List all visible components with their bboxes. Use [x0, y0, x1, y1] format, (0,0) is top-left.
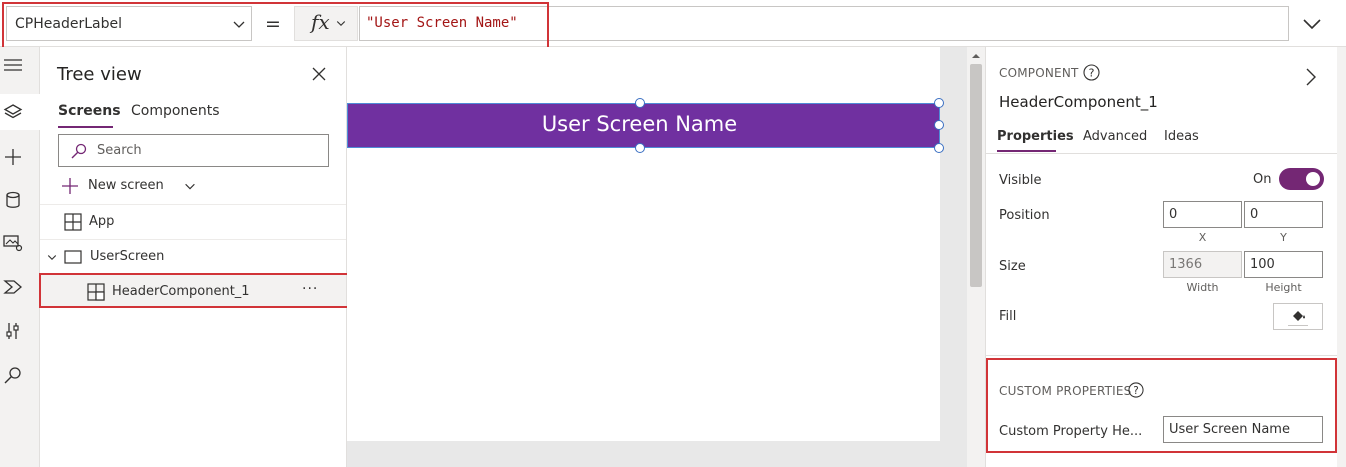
- layers-icon: [3, 104, 23, 119]
- hamburger-icon: [4, 59, 22, 71]
- width-input[interactable]: 1366: [1163, 251, 1242, 278]
- tree-item-headercomponent[interactable]: HeaderComponent_1 ···: [40, 274, 346, 308]
- tree-item-app[interactable]: App: [40, 204, 346, 238]
- active-tab-indicator: [997, 150, 1056, 152]
- data-button[interactable]: [0, 182, 40, 218]
- component-icon: [87, 283, 105, 301]
- tree-item-label: App: [89, 214, 115, 229]
- tree-view-title: Tree view: [57, 64, 142, 85]
- size-label: Size: [999, 259, 1026, 274]
- chevron-down-icon: [336, 21, 346, 27]
- tree-item-label: HeaderComponent_1: [112, 284, 250, 299]
- help-icon[interactable]: ?: [1083, 64, 1100, 81]
- width-label: Width: [1186, 281, 1219, 294]
- tree-item-label: UserScreen: [90, 249, 165, 264]
- property-dropdown[interactable]: CPHeaderLabel: [6, 6, 252, 41]
- tab-screens[interactable]: Screens: [58, 103, 121, 119]
- left-rail: [0, 47, 40, 467]
- custom-properties-label: CUSTOM PROPERTIES: [999, 384, 1132, 398]
- visible-toggle[interactable]: [1279, 168, 1324, 190]
- plus-icon: [5, 149, 21, 165]
- svg-text:?: ?: [1089, 67, 1095, 80]
- tree-view-panel: Tree view Screens Components Search New …: [40, 47, 347, 467]
- chevron-right-icon[interactable]: [1303, 67, 1319, 87]
- component-name: HeaderComponent_1: [999, 93, 1158, 111]
- hamburger-button[interactable]: [0, 47, 40, 83]
- search-icon: [71, 143, 87, 159]
- height-input[interactable]: 100: [1244, 251, 1323, 278]
- custom-property-label: Custom Property He...: [999, 424, 1143, 439]
- fill-color-picker[interactable]: [1273, 303, 1323, 330]
- canvas-scrollbar-thumb[interactable]: [970, 64, 982, 287]
- screen-icon: [64, 250, 82, 264]
- new-screen-label: New screen: [88, 178, 164, 193]
- scroll-up-icon[interactable]: [971, 52, 981, 60]
- resize-handle-bottom-right[interactable]: [934, 143, 944, 153]
- close-icon[interactable]: [311, 66, 327, 82]
- custom-property-input[interactable]: User Screen Name: [1163, 416, 1323, 443]
- property-dropdown-value: CPHeaderLabel: [15, 16, 122, 32]
- selection-outline: [347, 103, 940, 148]
- canvas-area: User Screen Name: [347, 47, 985, 467]
- fill-color-bar: [1288, 324, 1308, 326]
- toggle-knob: [1306, 172, 1320, 186]
- tools-icon: [6, 323, 19, 339]
- svg-text:?: ?: [1133, 385, 1139, 397]
- position-y-input[interactable]: 0: [1244, 201, 1323, 228]
- tab-properties[interactable]: Properties: [997, 129, 1074, 144]
- fx-button[interactable]: fx: [294, 6, 358, 41]
- formula-input[interactable]: "User Screen Name": [359, 6, 1289, 41]
- database-icon: [6, 191, 20, 208]
- chevron-down-icon: [233, 21, 245, 28]
- plus-icon: [62, 178, 78, 194]
- equals-sign: =: [265, 13, 281, 35]
- section-label: COMPONENT: [999, 66, 1079, 80]
- media-button[interactable]: [0, 225, 40, 261]
- visible-label: Visible: [999, 173, 1042, 188]
- tab-advanced[interactable]: Advanced: [1083, 129, 1147, 144]
- position-label: Position: [999, 208, 1050, 223]
- divider: [986, 153, 1338, 154]
- resize-handle-top-right[interactable]: [934, 98, 944, 108]
- properties-scrollbar[interactable]: [1337, 47, 1346, 467]
- screen-canvas[interactable]: User Screen Name: [347, 47, 944, 441]
- formula-bar: CPHeaderLabel = fx "User Screen Name": [0, 0, 1346, 47]
- app-icon: [64, 213, 82, 231]
- height-label: Height: [1265, 281, 1302, 294]
- media-icon: [3, 235, 23, 252]
- components-icon: [3, 280, 22, 294]
- insert-button[interactable]: [0, 139, 40, 175]
- x-label: X: [1198, 231, 1207, 244]
- position-x-input[interactable]: 0: [1163, 201, 1242, 228]
- advanced-tools-button[interactable]: [0, 313, 40, 349]
- help-icon[interactable]: ?: [1128, 382, 1144, 398]
- formula-text: "User Screen Name": [366, 15, 518, 31]
- resize-handle-bottom[interactable]: [635, 143, 645, 153]
- search-button[interactable]: [0, 357, 40, 393]
- properties-pane: COMPONENT ? HeaderComponent_1 Properties…: [985, 47, 1338, 467]
- power-automate-button[interactable]: [0, 269, 40, 305]
- search-placeholder: Search: [97, 143, 142, 158]
- tab-components[interactable]: Components: [131, 103, 220, 119]
- active-tab-indicator: [58, 126, 113, 128]
- y-label: Y: [1280, 231, 1287, 244]
- fill-label: Fill: [999, 309, 1017, 324]
- tree-item-userscreen[interactable]: UserScreen: [40, 239, 346, 273]
- expand-formula-icon[interactable]: [1300, 12, 1324, 36]
- visible-state: On: [1253, 172, 1272, 187]
- fx-label: fx: [311, 10, 330, 34]
- resize-handle-top[interactable]: [635, 98, 645, 108]
- resize-handle-right[interactable]: [934, 120, 944, 130]
- search-icon: [4, 367, 21, 384]
- divider: [986, 355, 1338, 356]
- search-input[interactable]: Search: [58, 134, 329, 167]
- chevron-down-icon: [185, 183, 195, 190]
- paint-bucket-icon: [1293, 311, 1305, 321]
- tree-view-button[interactable]: [0, 94, 40, 130]
- tab-ideas[interactable]: Ideas: [1164, 129, 1199, 144]
- chevron-down-icon[interactable]: [46, 251, 58, 263]
- more-options-icon[interactable]: ···: [302, 281, 318, 297]
